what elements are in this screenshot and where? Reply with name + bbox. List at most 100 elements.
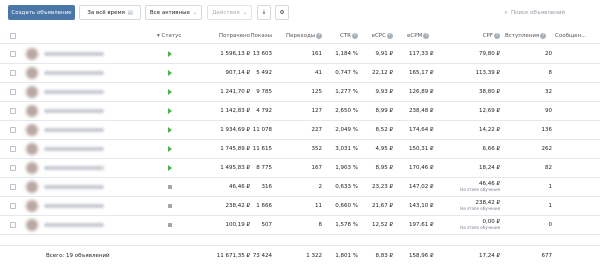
column-ctr[interactable]: CTR? xyxy=(334,28,358,44)
joins-cell: 90 xyxy=(545,108,552,114)
ad-name-blurred[interactable] xyxy=(44,185,104,189)
ad-name-blurred[interactable] xyxy=(44,71,104,75)
column-spent[interactable]: Потрачено xyxy=(196,28,250,44)
table-row[interactable]: 238,42 ₽ 1 666 11 0,660 % 21,67 ₽ 143,10 ₽ 238… xyxy=(0,197,600,216)
row-checkbox[interactable] xyxy=(10,184,16,190)
settings-button[interactable]: ⚙ xyxy=(275,5,289,20)
table-row[interactable]: 1 495,83 ₽ 8 775 167 1,903 % 8,95 ₽ 170,46 ₽ 1… xyxy=(0,159,600,178)
clicks-cell: 352 xyxy=(311,146,323,152)
table-row[interactable]: 1 142,83 ₽ 4 792 127 2,650 % 8,99 ₽ 238,48 ₽ 1… xyxy=(0,102,600,121)
stopped-status-icon[interactable] xyxy=(168,203,172,208)
table-row[interactable]: 1 241,70 ₽ 9 785 125 1,277 % 9,93 ₽ 126,89 ₽ 3… xyxy=(0,83,600,102)
running-status-icon[interactable] xyxy=(168,50,172,57)
ad-name-blurred[interactable] xyxy=(44,223,104,227)
help-icon[interactable]: ? xyxy=(540,32,547,39)
table-row[interactable]: 100,19 ₽ 507 8 1,578 % 12,52 ₽ 197,61 ₽ 0,00 ₽… xyxy=(0,216,600,235)
running-status-icon[interactable] xyxy=(168,69,172,76)
stopped-status-icon[interactable] xyxy=(168,184,172,189)
joins-cell: 136 xyxy=(541,127,553,133)
status-cell[interactable] xyxy=(168,178,172,196)
select-all-checkbox[interactable] xyxy=(10,33,16,39)
ad-name-blurred[interactable] xyxy=(44,166,104,170)
clicks-cell: 125 xyxy=(311,89,323,95)
ad-name-blurred[interactable] xyxy=(44,204,104,208)
row-checkbox[interactable] xyxy=(10,203,16,209)
search-box[interactable]: ⌕ xyxy=(501,5,597,20)
cpf-cell: 46,46 ₽ На этапе обучения xyxy=(452,178,500,196)
actions-dropdown[interactable]: Действия ⌄ xyxy=(207,5,252,20)
column-ecpm[interactable]: eCPM? xyxy=(407,28,430,44)
ad-name-blurred[interactable] xyxy=(44,109,104,113)
running-status-icon[interactable] xyxy=(168,88,172,95)
table-row[interactable]: 1 745,89 ₽11 615 352 3,031 % 4,95 ₽ 150,31 ₽… xyxy=(0,140,600,159)
status-cell[interactable] xyxy=(168,83,172,101)
cpf-cell: 38,80 ₽ xyxy=(479,89,500,95)
column-cpf[interactable]: CPF? xyxy=(470,28,500,44)
ecpm-cell: 150,31 ₽ xyxy=(409,146,434,152)
ad-name-blurred[interactable] xyxy=(44,147,104,151)
status-cell[interactable] xyxy=(168,216,172,234)
row-checkbox[interactable] xyxy=(10,127,16,133)
column-ecpc[interactable]: eCPC? xyxy=(364,28,393,44)
column-ecpm-label: eCPM xyxy=(407,33,423,39)
running-status-icon[interactable] xyxy=(168,145,172,152)
cpf-cell: 14,22 ₽ xyxy=(479,127,500,133)
running-status-icon[interactable] xyxy=(168,164,172,171)
ecpc-cell: 8,95 ₽ xyxy=(375,165,394,171)
status-filter-dropdown[interactable]: Все активные ⌄ xyxy=(145,5,202,20)
running-status-icon[interactable] xyxy=(168,126,172,133)
row-checkbox[interactable] xyxy=(10,108,16,114)
column-impressions[interactable]: Показы xyxy=(246,28,272,44)
row-checkbox[interactable] xyxy=(10,51,16,57)
ecpc-cell: 8,52 ₽ xyxy=(375,127,394,133)
joins-cell: 262 xyxy=(541,146,553,152)
row-checkbox[interactable] xyxy=(10,70,16,76)
status-cell[interactable] xyxy=(168,121,172,139)
status-cell[interactable] xyxy=(168,140,172,158)
column-status[interactable]: ▾ Статус xyxy=(157,28,181,44)
help-icon[interactable]: ? xyxy=(352,32,358,39)
table-row[interactable]: 907,14 ₽ 5 492 41 0,747 % 22,12 ₽ 165,17 ₽ 113… xyxy=(0,64,600,83)
ad-name-blurred[interactable] xyxy=(44,52,104,56)
help-icon[interactable]: ? xyxy=(316,32,323,39)
help-icon[interactable]: ? xyxy=(387,32,393,39)
help-icon[interactable]: ? xyxy=(494,32,500,39)
column-clicks[interactable]: Переходы? xyxy=(286,28,323,44)
ecpc-cell: 9,91 ₽ xyxy=(375,51,394,57)
ad-thumbnail xyxy=(26,124,38,136)
cpf-learning-note: На этапе обучения xyxy=(460,187,500,192)
joins-cell: 32 xyxy=(545,89,552,95)
row-checkbox[interactable] xyxy=(10,222,16,228)
table-row[interactable]: 46,46 ₽ 316 2 0,633 % 23,23 ₽ 147,02 ₽ 46,46 ₽… xyxy=(0,178,600,197)
row-checkbox[interactable] xyxy=(10,165,16,171)
table-row[interactable]: 1 934,69 ₽11 078 227 2,049 % 8,52 ₽ 174,64 ₽… xyxy=(0,121,600,140)
status-cell[interactable] xyxy=(168,45,172,63)
spent-cell: 1 241,70 ₽ xyxy=(220,89,250,95)
ctr-cell: 1,277 % xyxy=(335,89,358,95)
ad-thumbnail xyxy=(26,219,38,231)
cpf-cell: 18,24 ₽ xyxy=(479,165,500,171)
search-input[interactable] xyxy=(511,9,593,16)
help-icon[interactable]: ? xyxy=(423,32,430,39)
download-button[interactable]: ⤓ xyxy=(257,5,271,20)
ecpm-cell: 117,33 ₽ xyxy=(409,51,434,57)
ctr-cell: 3,031 % xyxy=(335,146,358,152)
column-messages[interactable]: Сообщен... xyxy=(555,28,586,44)
row-checkbox[interactable] xyxy=(10,89,16,95)
column-joins[interactable]: Вступления? xyxy=(505,28,547,44)
joins-cell: 0 xyxy=(548,222,553,228)
ctr-cell: 1,903 % xyxy=(335,165,358,171)
ad-name-blurred[interactable] xyxy=(44,128,104,132)
table-row[interactable]: 1 596,13 ₽13 603 161 1,184 % 9,91 ₽ 117,33 ₽… xyxy=(0,45,600,64)
status-cell[interactable] xyxy=(168,102,172,120)
period-filter-button[interactable]: За всё время ▤ xyxy=(79,5,141,20)
ad-name-blurred[interactable] xyxy=(44,90,104,94)
sort-arrow-icon: ▾ xyxy=(157,33,160,39)
status-cell[interactable] xyxy=(168,197,172,215)
stopped-status-icon[interactable] xyxy=(168,222,172,227)
status-cell[interactable] xyxy=(168,64,172,82)
row-checkbox[interactable] xyxy=(10,146,16,152)
create-ad-button[interactable]: Создать объявление xyxy=(8,5,75,20)
running-status-icon[interactable] xyxy=(168,107,172,114)
status-cell[interactable] xyxy=(168,159,172,177)
